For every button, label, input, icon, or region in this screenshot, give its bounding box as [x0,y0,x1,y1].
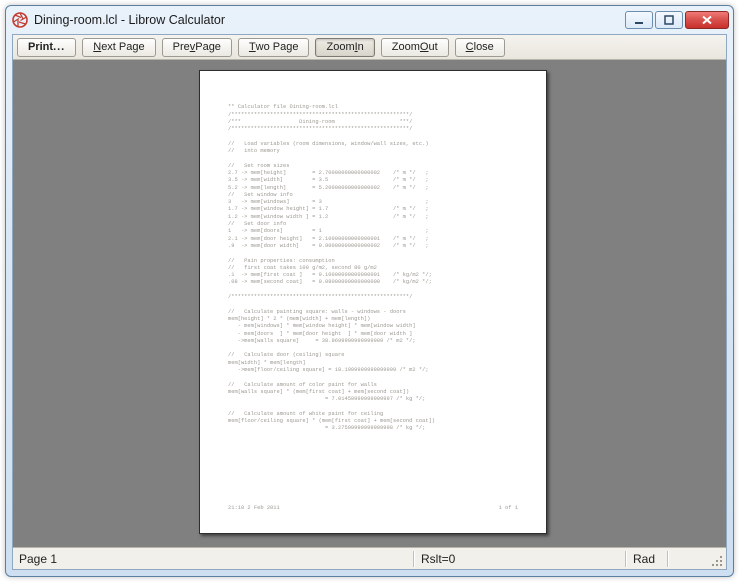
status-page: Page 1 [13,548,413,569]
footer-page-count: 1 of 1 [499,505,518,511]
close-window-button[interactable] [685,11,729,29]
print-preview-toolbar: Print... Next Page Prev Page Two Page Zo… [13,35,726,60]
doc-header: ** Calculator file Dining-room.lcl [228,104,338,110]
maximize-button[interactable] [655,11,683,29]
resize-grip-icon[interactable] [706,550,724,568]
app-window: Dining-room.lcl - Librow Calculator Prin… [5,5,734,577]
close-button[interactable]: Close [455,38,505,57]
prev-page-button[interactable]: Prev Page [162,38,232,57]
two-page-button[interactable]: Two Page [238,38,310,57]
footer-timestamp: 21:10 2 Feb 2011 [228,505,280,511]
status-spacer [669,548,706,569]
print-label: Print [28,39,53,56]
page-content: ** Calculator file Dining-room.lcl /****… [228,97,518,440]
print-button[interactable]: Print... [17,38,76,57]
app-aperture-icon [12,12,28,28]
client-area: Print... Next Page Prev Page Two Page Zo… [12,34,727,570]
zoom-out-button[interactable]: Zoom Out [381,38,449,57]
window-title: Dining-room.lcl - Librow Calculator [34,13,625,27]
page-preview[interactable]: ** Calculator file Dining-room.lcl /****… [199,70,547,534]
status-result: Rslt=0 [415,548,625,569]
zoom-in-button[interactable]: Zoom In [315,38,374,57]
minimize-button[interactable] [625,11,653,29]
next-page-button[interactable]: Next Page [82,38,155,57]
print-ellipsis: ... [53,39,65,56]
statusbar: Page 1 Rslt=0 Rad [13,547,726,569]
titlebar[interactable]: Dining-room.lcl - Librow Calculator [6,6,733,34]
page-footer: 21:10 2 Feb 2011 1 of 1 [228,505,518,511]
status-mode: Rad [627,548,667,569]
caption-buttons [625,11,729,29]
preview-area[interactable]: ** Calculator file Dining-room.lcl /****… [13,60,726,547]
doc-body: /***************************************… [228,112,435,432]
